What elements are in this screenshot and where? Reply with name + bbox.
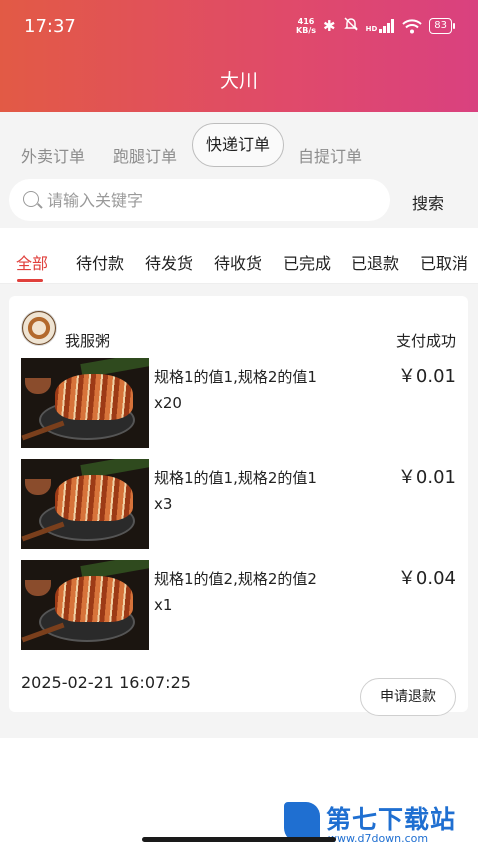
item-price: ￥0.01 bbox=[397, 467, 456, 488]
bluetooth-icon: ✱ bbox=[323, 17, 336, 35]
search-box[interactable] bbox=[9, 179, 390, 221]
order-item[interactable]: 规格1的值1,规格2的值1 x3 ￥0.01 bbox=[21, 459, 468, 549]
bell-off-icon bbox=[343, 16, 359, 36]
watermark-logo-icon bbox=[284, 802, 320, 842]
order-card[interactable]: 我服粥 支付成功 规格1的值1,规格2的值1 x20 ￥0.01 规格1的值1,… bbox=[9, 296, 468, 716]
item-spec: 规格1的值2,规格2的值2 bbox=[154, 570, 317, 588]
tab-cancelled[interactable]: 已取消 bbox=[420, 250, 468, 274]
tab-pending-payment[interactable]: 待付款 bbox=[76, 250, 124, 274]
status-icons: 416 KB/s ✱ HD 83 bbox=[296, 16, 455, 36]
order-type-tabs: 外卖订单 跑腿订单 快递订单 自提订单 bbox=[0, 112, 478, 176]
order-time: 2025-02-21 16:07:25 bbox=[21, 673, 191, 692]
wifi-icon bbox=[402, 18, 422, 33]
net-speed-value: 416 bbox=[297, 17, 315, 26]
product-image bbox=[21, 358, 149, 448]
tab-refunded[interactable]: 已退款 bbox=[351, 250, 399, 274]
status-time: 17:37 bbox=[24, 16, 76, 37]
tab-all[interactable]: 全部 bbox=[16, 250, 48, 274]
search-button[interactable]: 搜索 bbox=[412, 190, 444, 214]
search-row: 搜索 bbox=[0, 176, 478, 228]
item-quantity: x1 bbox=[154, 596, 173, 614]
product-image bbox=[21, 560, 149, 650]
tab-errand-orders[interactable]: 跑腿订单 bbox=[113, 143, 177, 167]
shop-name: 我服粥 bbox=[65, 332, 111, 350]
page-title: 大川 bbox=[219, 70, 258, 92]
active-tab-indicator bbox=[17, 279, 43, 282]
tab-pending-receipt[interactable]: 待收货 bbox=[214, 250, 262, 274]
app-header: 17:37 416 KB/s ✱ HD 83 大川 bbox=[0, 0, 478, 112]
search-input[interactable] bbox=[47, 179, 377, 221]
watermark: 第七下载站 www.d7down.com bbox=[282, 798, 472, 850]
product-image bbox=[21, 459, 149, 549]
hd-signal: HD bbox=[366, 19, 396, 33]
order-item[interactable]: 规格1的值2,规格2的值2 x1 ￥0.04 bbox=[21, 560, 468, 650]
net-speed: 416 KB/s bbox=[296, 17, 316, 35]
status-bar: 17:37 416 KB/s ✱ HD 83 bbox=[0, 0, 478, 52]
battery-icon: 83 bbox=[429, 18, 455, 34]
order-list: 我服粥 支付成功 规格1的值1,规格2的值1 x20 ￥0.01 规格1的值1,… bbox=[0, 284, 478, 738]
item-price: ￥0.04 bbox=[397, 568, 456, 589]
search-icon bbox=[23, 191, 39, 207]
watermark-text: 第七下载站 bbox=[326, 805, 457, 834]
order-status: 支付成功 bbox=[395, 332, 456, 350]
signal-icon bbox=[379, 19, 395, 33]
net-speed-unit: KB/s bbox=[296, 26, 317, 35]
tab-completed[interactable]: 已完成 bbox=[283, 250, 331, 274]
item-quantity: x3 bbox=[154, 495, 173, 513]
tab-pending-shipment[interactable]: 待发货 bbox=[145, 250, 193, 274]
refund-button[interactable]: 申请退款 bbox=[360, 678, 456, 716]
hd-label: HD bbox=[365, 25, 378, 33]
home-indicator[interactable] bbox=[142, 837, 336, 842]
item-quantity: x20 bbox=[154, 394, 182, 412]
tab-takeout-orders[interactable]: 外卖订单 bbox=[21, 143, 85, 167]
item-spec: 规格1的值1,规格2的值1 bbox=[154, 368, 317, 386]
order-status-tabs: 全部 待付款 待发货 待收货 已完成 已退款 已取消 bbox=[0, 228, 478, 284]
tab-pickup-orders[interactable]: 自提订单 bbox=[298, 143, 362, 167]
shop-avatar bbox=[21, 310, 57, 346]
item-spec: 规格1的值1,规格2的值1 bbox=[154, 469, 317, 487]
order-item[interactable]: 规格1的值1,规格2的值1 x20 ￥0.01 bbox=[21, 358, 468, 448]
watermark-url: www.d7down.com bbox=[328, 832, 429, 845]
tab-express-orders[interactable]: 快递订单 bbox=[192, 123, 285, 167]
item-price: ￥0.01 bbox=[397, 366, 456, 387]
